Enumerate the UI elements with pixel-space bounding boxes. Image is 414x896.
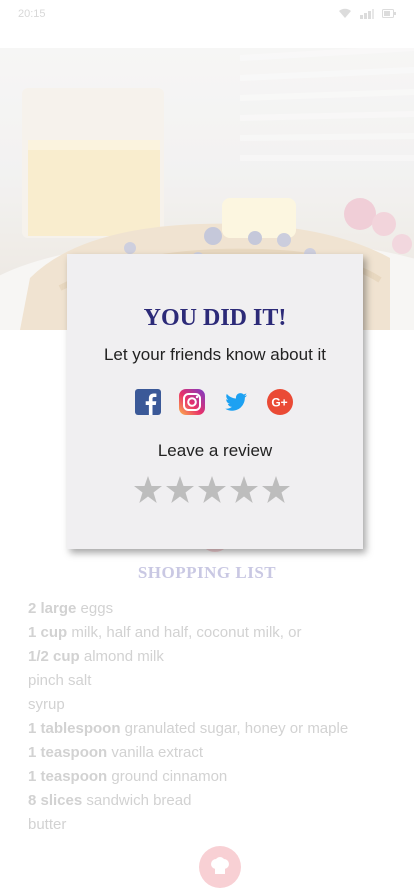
star-icon[interactable]: [197, 475, 227, 505]
status-time: 20:15: [18, 8, 46, 20]
ingredient-item: syrup: [28, 693, 348, 717]
share-modal: YOU DID IT! Let your friends know about …: [67, 254, 363, 549]
ingredient-name: butter: [28, 816, 67, 833]
ingredient-item: 1/2 cup almond milk: [28, 645, 348, 669]
shopping-list-title: SHOPPING LIST: [137, 563, 277, 582]
ingredient-item: 2 large eggs: [28, 597, 348, 621]
ingredient-quantity: 1 teaspoon: [28, 744, 108, 761]
status-icons: [338, 8, 396, 19]
ingredient-quantity: 8 slices: [28, 792, 83, 809]
ingredient-item: 1 cup milk, half and half, coconut milk,…: [28, 621, 348, 645]
battery-icon: [382, 9, 396, 18]
google-plus-icon[interactable]: G+: [267, 389, 293, 415]
svg-text:G+: G+: [271, 396, 287, 410]
ingredient-quantity: 1 cup: [28, 624, 68, 641]
ingredient-name: eggs: [76, 600, 114, 617]
ingredient-item: 8 slices sandwich bread: [28, 789, 348, 813]
ingredient-quantity: 2 large: [28, 600, 77, 617]
ingredient-name: granulated sugar, honey or maple: [120, 720, 349, 737]
chef-hat-button[interactable]: [199, 846, 241, 888]
ingredient-quantity: 1/2 cup: [28, 648, 80, 665]
modal-title: YOU DID IT!: [143, 305, 287, 331]
twitter-icon[interactable]: [223, 389, 249, 415]
star-icon[interactable]: [133, 475, 163, 505]
ingredient-item: butter: [28, 813, 348, 837]
ingredient-name: ground cinnamon: [107, 768, 228, 785]
ingredient-name: vanilla extract: [107, 744, 204, 761]
ingredient-name: syrup: [28, 696, 65, 713]
ingredient-item: 1 teaspoon ground cinnamon: [28, 765, 348, 789]
wifi-icon: [339, 8, 351, 18]
ingredient-quantity: 1 tablespoon: [28, 720, 121, 737]
ingredient-name: pinch salt: [28, 672, 92, 689]
signal-icon: [360, 8, 374, 19]
facebook-icon[interactable]: [135, 389, 161, 415]
star-icon[interactable]: [261, 475, 291, 505]
instagram-icon[interactable]: [179, 389, 205, 415]
ingredient-item: 1 teaspoon vanilla extract: [28, 741, 348, 765]
status-bar: 20:15: [0, 0, 414, 30]
ingredient-name: almond milk: [79, 648, 164, 665]
star-rating: [133, 475, 291, 505]
ingredient-item: 1 tablespoon granulated sugar, honey or …: [28, 717, 348, 741]
social-share-row: G+: [135, 389, 293, 415]
star-icon[interactable]: [229, 475, 259, 505]
ingredient-name: sandwich bread: [82, 792, 192, 809]
star-icon[interactable]: [165, 475, 195, 505]
ingredient-name: milk, half and half, coconut milk, or: [67, 624, 302, 641]
ingredient-item: pinch salt: [28, 669, 348, 693]
review-label: Leave a review: [157, 441, 273, 460]
modal-subtitle: Let your friends know about it: [103, 345, 327, 364]
ingredients-list: 2 large eggs 1 cup milk, half and half, c…: [28, 597, 348, 837]
ingredient-quantity: 1 teaspoon: [28, 768, 108, 785]
chef-hat-icon: [211, 857, 229, 874]
